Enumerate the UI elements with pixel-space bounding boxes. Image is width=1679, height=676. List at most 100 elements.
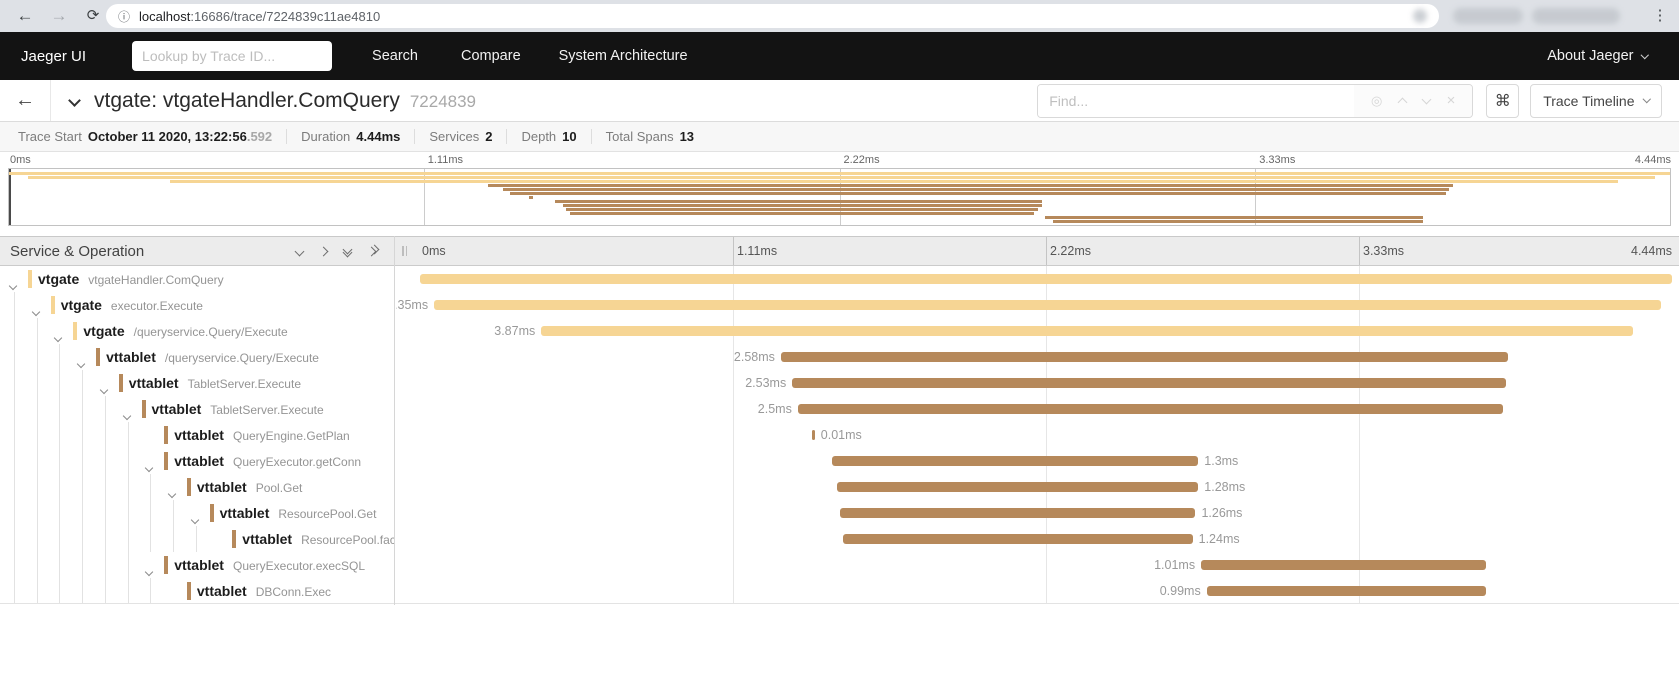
collapse-one-icon[interactable] [296,248,303,255]
span-timeline-row[interactable]: 2.58ms [420,344,1672,370]
span-timeline-row[interactable]: 1.28ms [420,474,1672,500]
summary-value: 2 [485,129,492,144]
browser-address-bar[interactable]: ⓘ localhost:16686/trace/7224839c11ae4810 [106,4,1439,28]
span-tree-row[interactable]: vtgateexecutor.Execute [0,292,394,318]
span-duration-bar[interactable] [1201,560,1486,570]
tree-guide-line [59,396,60,422]
span-timeline-row[interactable]: 1.3ms [420,448,1672,474]
service-color-bar [96,348,100,366]
span-tree-row[interactable]: vttabletPool.Get [0,474,394,500]
tree-guide-line [173,526,174,552]
span-duration-bar[interactable] [434,300,1661,310]
tree-guide-line [37,474,38,500]
span-tree-row[interactable]: vttabletQueryExecutor.getConn [0,448,394,474]
span-duration-bar[interactable] [1207,586,1486,596]
span-tree-row[interactable]: vttablet/queryservice.Query/Execute [0,344,394,370]
span-service-name: vttabletPool.Get [197,474,303,500]
summary-value: 4.44ms [356,129,400,144]
focus-match-icon[interactable]: ◎ [1371,93,1382,109]
span-timeline-row[interactable]: 1.26ms [420,500,1672,526]
navbar-item-compare[interactable]: Compare [461,48,521,64]
site-info-icon[interactable]: ⓘ [118,8,130,25]
trace-lookup-input[interactable] [132,41,332,71]
span-duration-bar[interactable] [840,508,1195,518]
expand-one-icon[interactable] [320,248,327,255]
collapse-all-icon[interactable] [344,246,351,256]
span-service-name: vtgatevtgateHandler.ComQuery [38,266,224,292]
service-color-bar [164,556,168,574]
pane-resizer-handle[interactable] [402,246,410,256]
timeline-columns-header: Service & Operation 0ms1.11ms2.22ms3.33m… [0,236,1679,266]
span-timeline-row[interactable]: 2.5ms [420,396,1672,422]
span-tree-row[interactable]: vtgate/queryservice.Query/Execute [0,318,394,344]
span-tree-row[interactable]: vttabletResourcePool.factory [0,526,394,552]
span-duration-label: 1.24ms [1193,532,1240,546]
browser-menu-icon[interactable]: ⋮ [1645,0,1675,32]
jaeger-brand[interactable]: Jaeger UI [21,48,86,65]
span-timeline-row[interactable]: 0.01ms [420,422,1672,448]
tree-guide-line [37,422,38,448]
tree-guide-line [59,474,60,500]
span-tree-row[interactable]: vttabletQueryExecutor.execSQL [0,552,394,578]
span-duration-bar[interactable] [541,326,1632,336]
next-match-icon[interactable] [1421,94,1431,104]
span-tree-row[interactable]: vtgatevtgateHandler.ComQuery [0,266,394,292]
summary-label: Services [429,129,479,144]
tree-guide-line [82,526,83,552]
trace-view-selector[interactable]: Trace Timeline [1530,84,1662,118]
span-duration-bar[interactable] [843,534,1193,544]
about-jaeger-menu[interactable]: About Jaeger [1547,48,1647,64]
clear-find-icon[interactable]: × [1447,92,1456,109]
pane-divider[interactable] [394,236,395,605]
span-timeline-row[interactable]: 1.24ms [420,526,1672,552]
span-operation-name: /queryservice.Query/Execute [134,325,288,339]
span-timeline-row[interactable] [420,266,1672,292]
span-tree-row[interactable]: vttabletTabletServer.Execute [0,396,394,422]
collapse-trace-chevron[interactable] [70,92,79,110]
browser-forward-icon[interactable]: → [44,0,74,32]
about-jaeger-label: About Jaeger [1547,48,1633,64]
find-input[interactable] [1038,85,1354,117]
tree-guide-line [82,396,83,422]
span-duration-bar[interactable] [781,352,1509,362]
tree-guide-line [59,448,60,474]
span-service-name: vttabletTabletServer.Execute [129,370,301,396]
navbar-item-system-architecture[interactable]: System Architecture [559,48,688,64]
trace-header-toolbar: ◎ × ⌘ Trace Timeline [1037,84,1662,118]
span-tree-row[interactable]: vttabletResourcePool.Get [0,500,394,526]
jaeger-trace-page: ← → ⟳ ⓘ localhost:16686/trace/7224839c11… [0,0,1679,676]
browser-refresh-icon[interactable]: ⟳ [78,0,108,32]
tick-label: 3.33ms [1255,154,1295,166]
span-duration-bar[interactable] [792,378,1505,388]
span-tree-row[interactable]: vttabletDBConn.Exec [0,578,394,603]
find-group: ◎ × [1037,84,1473,118]
span-timeline-row[interactable]: 3.87ms [420,318,1672,344]
browser-back-icon[interactable]: ← [10,0,40,32]
span-duration-bar[interactable] [420,274,1672,284]
span-operation-name: QueryExecutor.execSQL [233,559,365,573]
span-timeline-row[interactable]: 0.99ms [420,578,1672,603]
tick-label: 1.11ms [424,154,463,166]
prev-match-icon[interactable] [1398,97,1408,107]
span-rows-area: vtgatevtgateHandler.ComQueryvtgateexecut… [0,266,1679,604]
span-duration-bar[interactable] [832,456,1199,466]
back-button[interactable]: ← [0,80,51,121]
span-timeline-row[interactable]: 1.01ms [420,552,1672,578]
span-timeline-row[interactable]: 2.53ms [420,370,1672,396]
expand-all-icon[interactable] [368,248,378,255]
tree-guide-line [37,344,38,370]
summary-label: Trace Start [18,129,82,144]
span-operation-name: ResourcePool.Get [278,507,376,521]
span-timeline-row[interactable]: 4.35ms [420,292,1672,318]
summary-value: October 11 2020, 13:22:56 [88,129,247,144]
keyboard-shortcuts-button[interactable]: ⌘ [1486,84,1519,118]
tree-guide-line [37,552,38,578]
span-tree-row[interactable]: vttabletTabletServer.Execute [0,370,394,396]
span-duration-bar[interactable] [798,404,1503,414]
minimap-scrubber-handle[interactable] [9,169,11,225]
navbar-item-search[interactable]: Search [372,48,418,64]
minimap-canvas[interactable] [8,168,1671,226]
span-duration-bar[interactable] [837,482,1198,492]
span-tree-row[interactable]: vttabletQueryEngine.GetPlan [0,422,394,448]
minimap-span-bar [1045,216,1423,219]
